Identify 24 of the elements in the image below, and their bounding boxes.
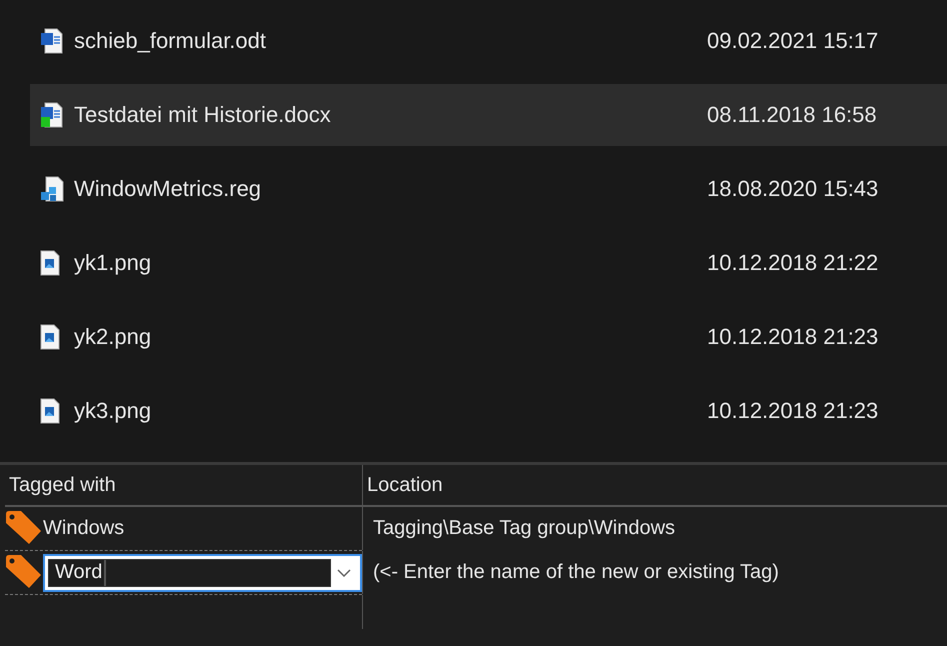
file-row[interactable]: Testdatei mit Historie.docx 08.11.2018 16:58 [30, 84, 947, 146]
file-name: schieb_formular.odt [74, 28, 267, 54]
file-date: 10.12.2018 21:22 [707, 250, 880, 276]
file-row[interactable]: schieb_formular.odt 09.02.2021 15:17 [30, 10, 947, 72]
file-name: WindowMetrics.reg [74, 176, 262, 202]
hint-text: (<- Enter the name of the new or existing Tag) [373, 561, 779, 584]
file-name: yk1.png [74, 250, 152, 276]
file-row[interactable]: yk1.png 10.12.2018 21:22 [30, 232, 947, 294]
file-date: 18.08.2020 15:43 [707, 176, 880, 202]
file-name: yk3.png [74, 398, 152, 424]
file-date: 09.02.2021 15:17 [707, 28, 880, 54]
tag-combo-box[interactable]: Word [43, 554, 362, 592]
file-date: 08.11.2018 16:58 [707, 102, 878, 128]
file-name: Testdatei mit Historie.docx [74, 102, 332, 128]
tag-name[interactable]: Windows [43, 517, 124, 540]
file-row[interactable]: yk2.png 10.12.2018 21:23 [30, 306, 947, 368]
file-date: 10.12.2018 21:23 [707, 398, 880, 424]
tag-location: Tagging\Base Tag group\Windows [373, 517, 676, 540]
file-date: 10.12.2018 21:23 [707, 324, 880, 350]
column-header[interactable]: Tagged with [5, 465, 362, 507]
file-name: yk2.png [74, 324, 152, 350]
file-row[interactable]: yk3.png 10.12.2018 21:23 [30, 380, 947, 442]
column-header[interactable]: Location [362, 465, 947, 507]
file-row[interactable]: WindowMetrics.reg 18.08.2020 15:43 [30, 158, 947, 220]
